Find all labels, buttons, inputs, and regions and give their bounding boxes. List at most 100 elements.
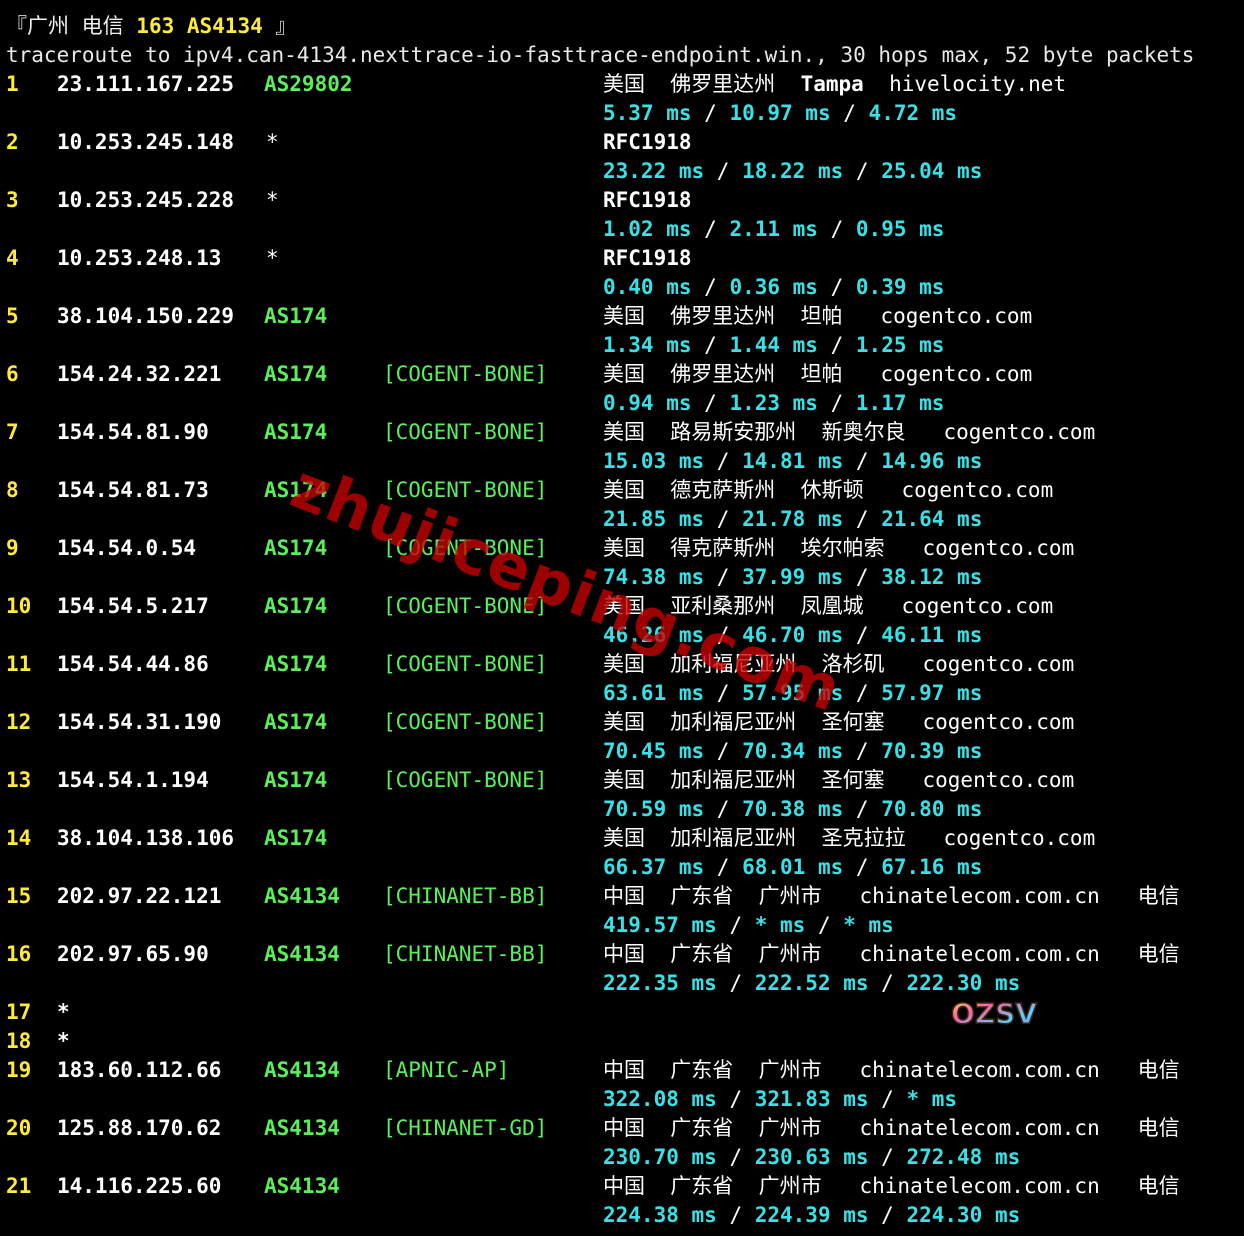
rtt-separator: / <box>691 217 730 241</box>
rtt-separator: / <box>817 333 856 357</box>
rtt-value: 0.36 ms <box>729 275 818 299</box>
hop-number: 5 <box>6 304 19 328</box>
hop-rtt: 0.40 ms / 0.36 ms / 0.39 ms <box>603 273 944 302</box>
rtt-value: 21.78 ms <box>742 507 844 531</box>
hop-network-tag: [COGENT-BONE] <box>383 536 548 560</box>
rtt-separator: / <box>805 913 844 937</box>
rtt-value: 1.44 ms <box>729 333 818 357</box>
hop-geo: 美国 德克萨斯州 休斯顿 cogentco.com <box>603 476 1053 505</box>
hop-geo-part: 美国 佛罗里达州 坦帕 cogentco.com <box>603 362 1033 386</box>
hop-network-tag: [COGENT-BONE] <box>383 768 548 792</box>
rtt-value: 1.02 ms <box>603 217 692 241</box>
hop-number: 10 <box>6 594 32 618</box>
hop-number: 18 <box>6 1029 32 1053</box>
hop-row: 16 202.97.65.90 AS4134 [CHINANET-BB] 中国 广东省 … <box>6 940 1242 969</box>
rtt-value: * ms <box>843 913 894 937</box>
rtt-value: 74.38 ms <box>603 565 705 589</box>
rtt-separator: / <box>704 623 743 647</box>
rtt-value: 63.61 ms <box>603 681 705 705</box>
rtt-separator: / <box>843 159 882 183</box>
hop-asn: AS174 <box>264 710 328 734</box>
rtt-value: 46.11 ms <box>881 623 983 647</box>
rtt-separator: / <box>868 1087 907 1111</box>
hop-rtt: 419.57 ms / * ms / * ms <box>603 911 894 940</box>
hop-rtt-row: 0.40 ms / 0.36 ms / 0.39 ms <box>6 273 1242 302</box>
hop-geo-part: 美国 佛罗里达州 <box>603 72 801 96</box>
hop-rtt-row: 230.70 ms / 230.63 ms / 272.48 ms <box>6 1143 1242 1172</box>
hop-row: 13 154.54.1.194 AS174 [COGENT-BONE] 美国 加利福尼亚… <box>6 766 1242 795</box>
rtt-separator: / <box>843 739 882 763</box>
hop-asn: AS174 <box>264 826 328 850</box>
hop-network-tag: [COGENT-BONE] <box>383 362 548 386</box>
hop-ip: 154.54.44.86 <box>57 652 209 676</box>
terminal-output: 『广州 电信 163 AS4134 』 traceroute to ipv4.c… <box>6 12 1242 1230</box>
hop-asn: AS174 <box>264 768 328 792</box>
hop-asn: AS29802 <box>264 72 353 96</box>
hop-row: 7 154.54.81.90 AS174 [COGENT-BONE] 美国 路易斯安那州… <box>6 418 1242 447</box>
hop-geo-part: 中国 广东省 广州市 chinatelecom.com.cn 电信 <box>603 1174 1180 1198</box>
hop-geo: 中国 广东省 广州市 chinatelecom.com.cn 电信 <box>603 940 1180 969</box>
rtt-value: 230.70 ms <box>603 1145 717 1169</box>
hop-rtt-row: 63.61 ms / 57.95 ms / 57.97 ms <box>6 679 1242 708</box>
hop-rtt-row: 419.57 ms / * ms / * ms <box>6 911 1242 940</box>
hop-number: 1 <box>6 72 19 96</box>
hop-ip: 154.54.1.194 <box>57 768 209 792</box>
hop-asn: AS174 <box>264 536 328 560</box>
hop-rtt: 15.03 ms / 14.81 ms / 14.96 ms <box>603 447 982 476</box>
hop-rtt-row: 224.38 ms / 224.39 ms / 224.30 ms <box>6 1201 1242 1230</box>
hop-geo: 美国 加利福尼亚州 圣何塞 cogentco.com <box>603 766 1074 795</box>
hop-row: 21 14.116.225.60 AS4134 中国 广东省 广州市 chinatel… <box>6 1172 1242 1201</box>
hop-ip: 38.104.150.229 <box>57 304 235 328</box>
rtt-value: 222.52 ms <box>754 971 869 995</box>
hop-number: 15 <box>6 884 32 908</box>
hop-rtt: 224.38 ms / 224.39 ms / 224.30 ms <box>603 1201 1020 1230</box>
hop-rtt-row: 70.45 ms / 70.34 ms / 70.39 ms <box>6 737 1242 766</box>
hop-ip: 154.54.31.190 <box>57 710 222 734</box>
hop-number: 20 <box>6 1116 32 1140</box>
hop-rtt: 23.22 ms / 18.22 ms / 25.04 ms <box>603 157 982 186</box>
hop-number: 7 <box>6 420 19 444</box>
hop-network-tag: [COGENT-BONE] <box>383 594 548 618</box>
hop-asn: AS174 <box>264 304 328 328</box>
rtt-value: 222.35 ms <box>603 971 717 995</box>
rtt-value: 5.37 ms <box>603 101 692 125</box>
title-prefix: 『广州 电信 <box>6 14 137 38</box>
hop-ip: 23.111.167.225 <box>57 72 235 96</box>
hop-rtt-row: 74.38 ms / 37.99 ms / 38.12 ms <box>6 563 1242 592</box>
hop-rtt: 1.02 ms / 2.11 ms / 0.95 ms <box>603 215 944 244</box>
rtt-value: 38.12 ms <box>881 565 983 589</box>
hop-rtt: 46.26 ms / 46.70 ms / 46.11 ms <box>603 621 982 650</box>
rtt-value: 70.38 ms <box>742 797 844 821</box>
rtt-separator: / <box>843 797 882 821</box>
rtt-separator: / <box>691 275 730 299</box>
hop-number: 4 <box>6 246 19 270</box>
hop-rtt: 21.85 ms / 21.78 ms / 21.64 ms <box>603 505 982 534</box>
hop-geo: 美国 佛罗里达州 坦帕 cogentco.com <box>603 302 1032 331</box>
rtt-separator: / <box>716 1145 755 1169</box>
rtt-value: 0.39 ms <box>855 275 945 299</box>
hop-row: 1 23.111.167.225 AS29802 美国 佛罗里达州 Tampa hiv… <box>6 70 1242 99</box>
rtt-value: 23.22 ms <box>603 159 705 183</box>
hop-rtt-row: 5.37 ms / 10.97 ms / 4.72 ms <box>6 99 1242 128</box>
hop-number: 3 <box>6 188 19 212</box>
hop-asn-unknown: * <box>266 246 279 270</box>
hop-geo: 美国 加利福尼亚州 圣克拉拉 cogentco.com <box>603 824 1095 853</box>
hop-rtt: 63.61 ms / 57.95 ms / 57.97 ms <box>603 679 982 708</box>
rtt-separator: / <box>716 971 755 995</box>
rtt-value: 224.39 ms <box>754 1203 869 1227</box>
hop-rtt-row: 222.35 ms / 222.52 ms / 222.30 ms <box>6 969 1242 998</box>
hop-geo-part: 美国 得克萨斯州 埃尔帕索 cogentco.com <box>603 536 1075 560</box>
hop-ip: 10.253.245.228 <box>57 188 235 212</box>
hop-geo-part: 美国 路易斯安那州 新奥尔良 cogentco.com <box>603 420 1096 444</box>
rtt-separator: / <box>704 159 743 183</box>
hop-geo: 美国 加利福尼亚州 圣何塞 cogentco.com <box>603 708 1074 737</box>
hop-asn-unknown: * <box>266 188 279 212</box>
hop-row: 4 10.253.248.13 * RFC1918 <box>6 244 1242 273</box>
hop-geo: 美国 加利福尼亚州 洛杉矶 cogentco.com <box>603 650 1074 679</box>
rtt-value: 14.96 ms <box>881 449 983 473</box>
hop-number: 19 <box>6 1058 32 1082</box>
hop-row: 14 38.104.138.106 AS174 美国 加利福尼亚州 圣克拉拉 coge… <box>6 824 1242 853</box>
hop-asn: AS174 <box>264 652 328 676</box>
hop-rtt-row: 1.34 ms / 1.44 ms / 1.25 ms <box>6 331 1242 360</box>
rtt-separator: / <box>716 1203 755 1227</box>
